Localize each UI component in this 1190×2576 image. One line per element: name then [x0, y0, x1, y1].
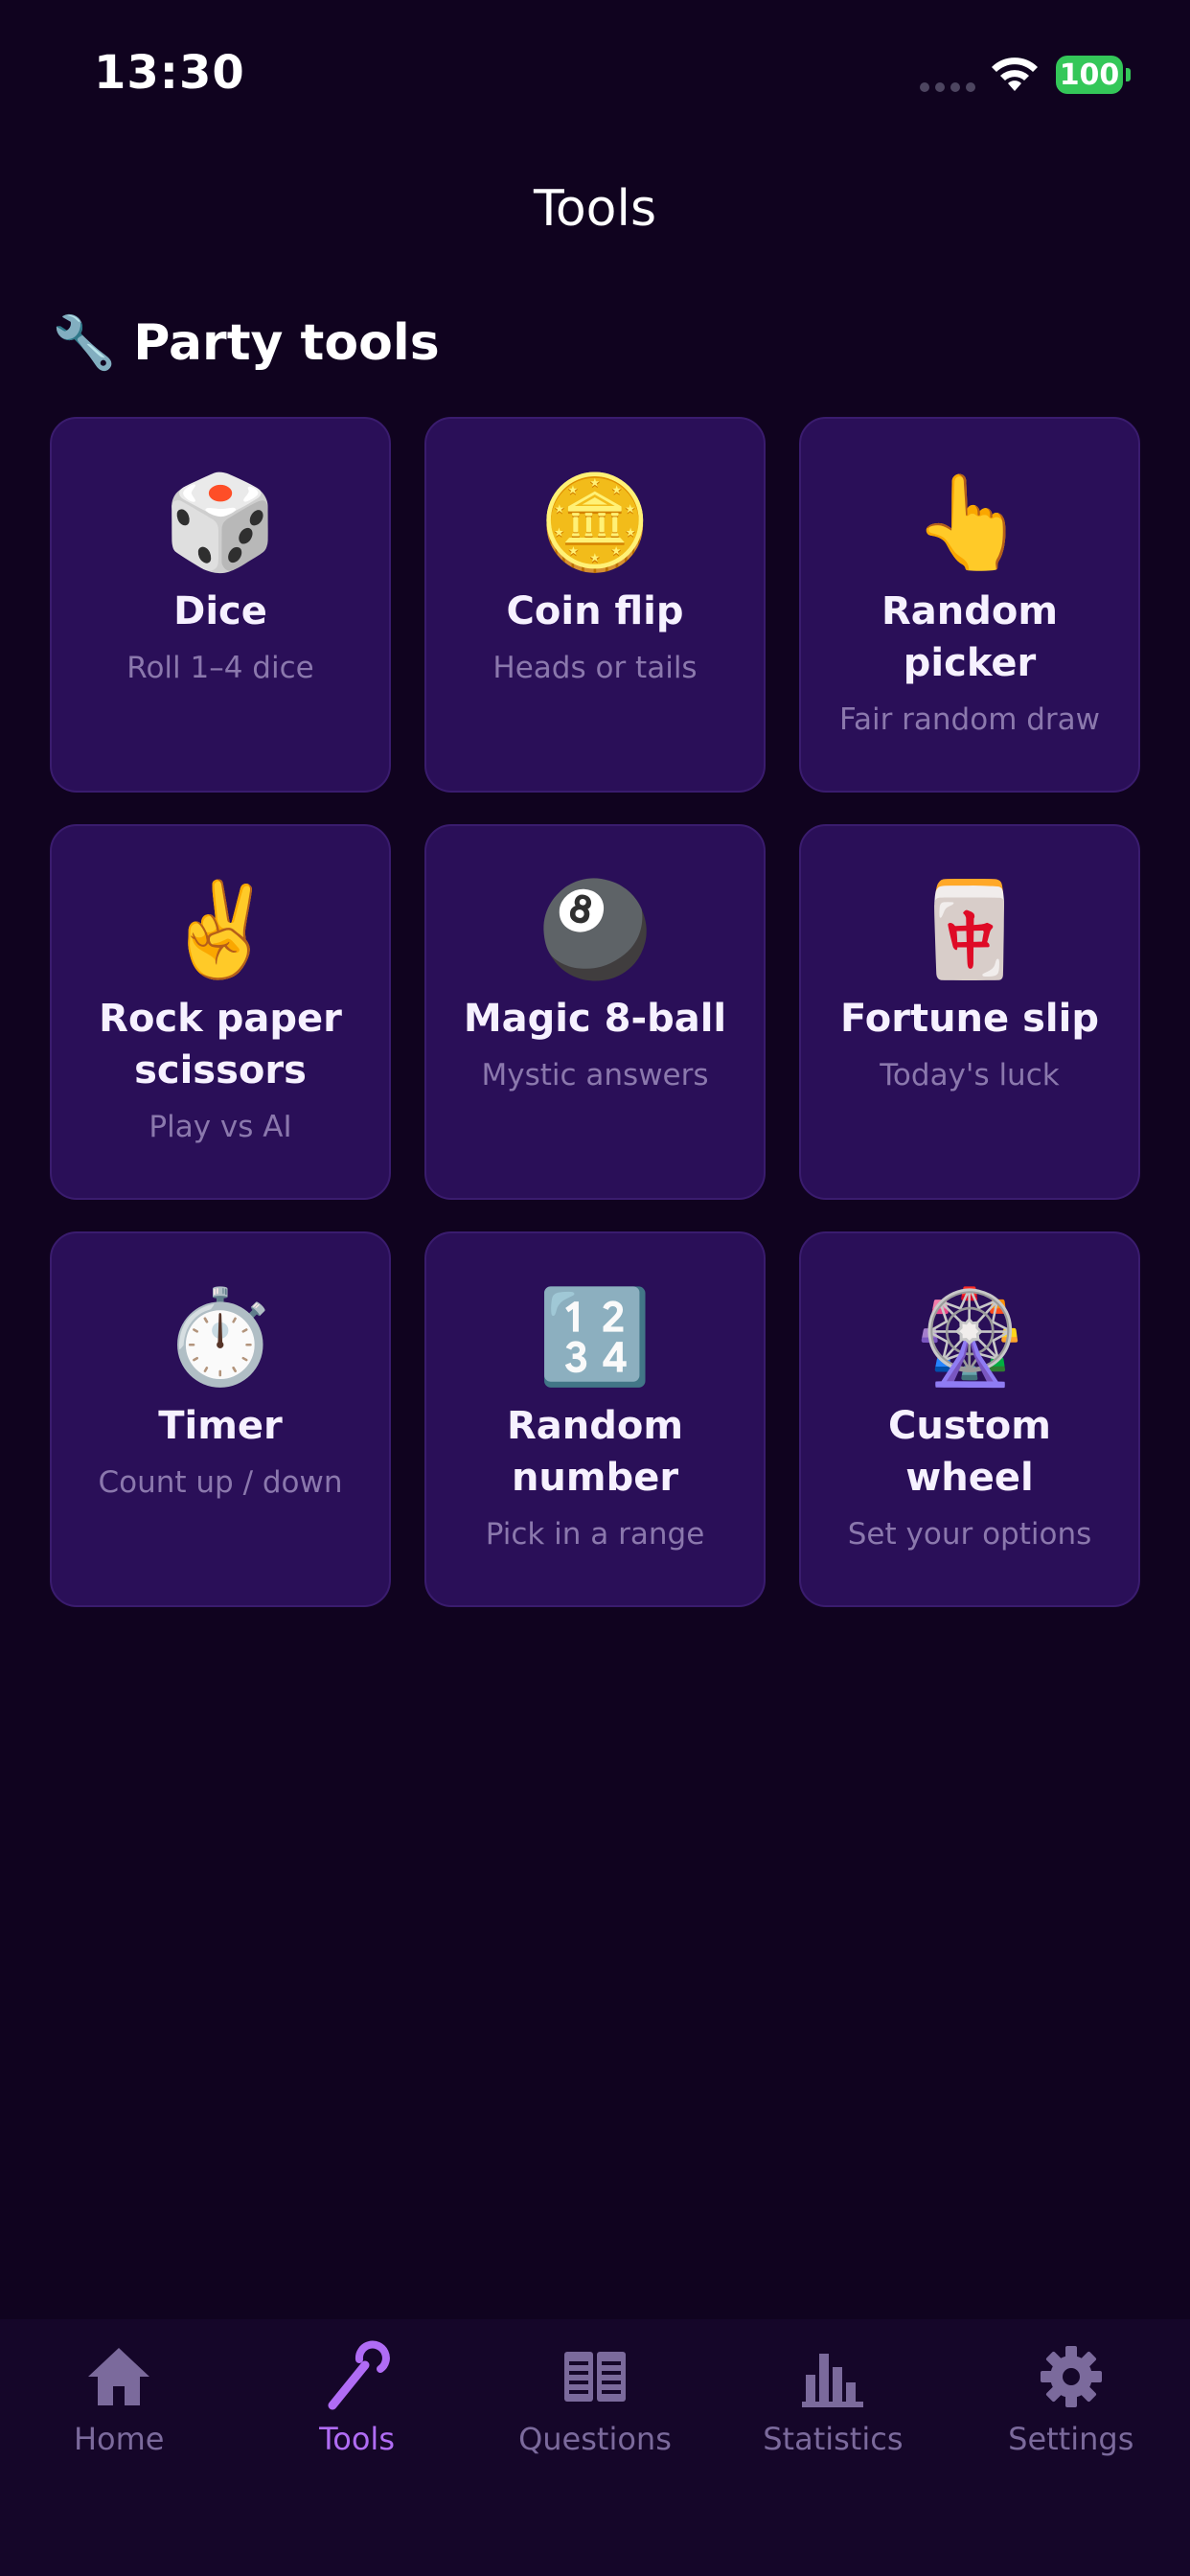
battery-tip: [1126, 68, 1131, 81]
tools-grid: 🎲 Dice Roll 1–4 dice 🪙 Coin flip Heads o…: [50, 417, 1140, 1607]
tool-name: Fortune slip: [840, 997, 1099, 1041]
tool-name: Rock paper scissors: [99, 997, 342, 1092]
tab-label: Settings: [1008, 2421, 1134, 2457]
victory-hand-icon: ✌️: [163, 876, 278, 983]
tool-name: Magic 8-ball: [463, 997, 727, 1041]
tool-tile-random-picker[interactable]: 👆 Random picker Fair random draw: [799, 417, 1140, 793]
home-icon: [88, 2348, 150, 2405]
tool-tile-dice[interactable]: 🎲 Dice Roll 1–4 dice: [50, 417, 391, 793]
wifi-icon: [992, 58, 1038, 91]
tab-label: Tools: [319, 2421, 395, 2457]
tool-name: Random picker: [881, 589, 1059, 685]
status-time: 13:30: [94, 46, 245, 100]
tab-label: Home: [73, 2421, 165, 2457]
tab-home[interactable]: Home: [0, 2319, 238, 2576]
numbers-icon: 🔢: [538, 1283, 652, 1391]
tool-name: Coin flip: [506, 589, 684, 633]
tab-tools[interactable]: Tools: [239, 2319, 476, 2576]
tab-bar: Home Tools Questions Statistics Settings: [0, 2319, 1190, 2576]
stopwatch-icon: ⏱️: [163, 1283, 278, 1391]
tool-tile-magic-8-ball[interactable]: 🎱 Magic 8-ball Mystic answers: [424, 824, 766, 1200]
tool-subtitle: Pick in a range: [485, 1517, 705, 1552]
tool-subtitle: Roll 1–4 dice: [126, 651, 314, 685]
tab-label: Statistics: [763, 2421, 904, 2457]
tool-subtitle: Count up / down: [98, 1465, 343, 1500]
mahjong-tile-icon: 🀄: [912, 876, 1027, 983]
page-title: Tools: [533, 180, 657, 238]
wrench-icon: 🔧: [52, 312, 117, 373]
tool-subtitle: Set your options: [847, 1517, 1092, 1552]
section-header: 🔧 Party tools: [52, 314, 440, 372]
eight-ball-icon: 🎱: [538, 876, 652, 983]
battery-icon: 100: [1056, 56, 1123, 94]
status-bar: 13:30 100: [0, 0, 1190, 144]
pointing-hand-icon: 👆: [912, 469, 1027, 576]
wand-icon: [328, 2340, 390, 2410]
tool-tile-rock-paper-scissors[interactable]: ✌️ Rock paper scissors Play vs AI: [50, 824, 391, 1200]
tab-statistics[interactable]: Statistics: [714, 2319, 951, 2576]
tool-tile-random-number[interactable]: 🔢 Random number Pick in a range: [424, 1231, 766, 1607]
gear-icon: [1040, 2346, 1102, 2407]
ferris-wheel-icon: 🎡: [912, 1283, 1027, 1391]
tool-subtitle: Today's luck: [880, 1058, 1060, 1092]
tool-tile-custom-wheel[interactable]: 🎡 Custom wheel Set your options: [799, 1231, 1140, 1607]
tool-subtitle: Fair random draw: [838, 702, 1101, 737]
tool-name: Timer: [158, 1404, 283, 1448]
tool-tile-fortune-slip[interactable]: 🀄 Fortune slip Today's luck: [799, 824, 1140, 1200]
tool-subtitle: Play vs AI: [149, 1110, 292, 1144]
tool-name: Dice: [173, 589, 267, 633]
book-icon: [563, 2352, 626, 2402]
tool-subtitle: Heads or tails: [492, 651, 698, 685]
dice-icon: 🎲: [163, 469, 278, 576]
tool-tile-coin-flip[interactable]: 🪙 Coin flip Heads or tails: [424, 417, 766, 793]
cellular-signal-icon: [920, 82, 975, 92]
bar-chart-icon: [802, 2354, 864, 2407]
section-title: Party tools: [133, 314, 440, 372]
tool-name: Custom wheel: [888, 1404, 1051, 1500]
tool-name: Random number: [506, 1404, 684, 1500]
tab-label: Questions: [518, 2421, 672, 2457]
coin-icon: 🪙: [538, 469, 652, 576]
tab-questions[interactable]: Questions: [476, 2319, 714, 2576]
tool-tile-timer[interactable]: ⏱️ Timer Count up / down: [50, 1231, 391, 1607]
tool-subtitle: Mystic answers: [481, 1058, 709, 1092]
tab-settings[interactable]: Settings: [952, 2319, 1190, 2576]
